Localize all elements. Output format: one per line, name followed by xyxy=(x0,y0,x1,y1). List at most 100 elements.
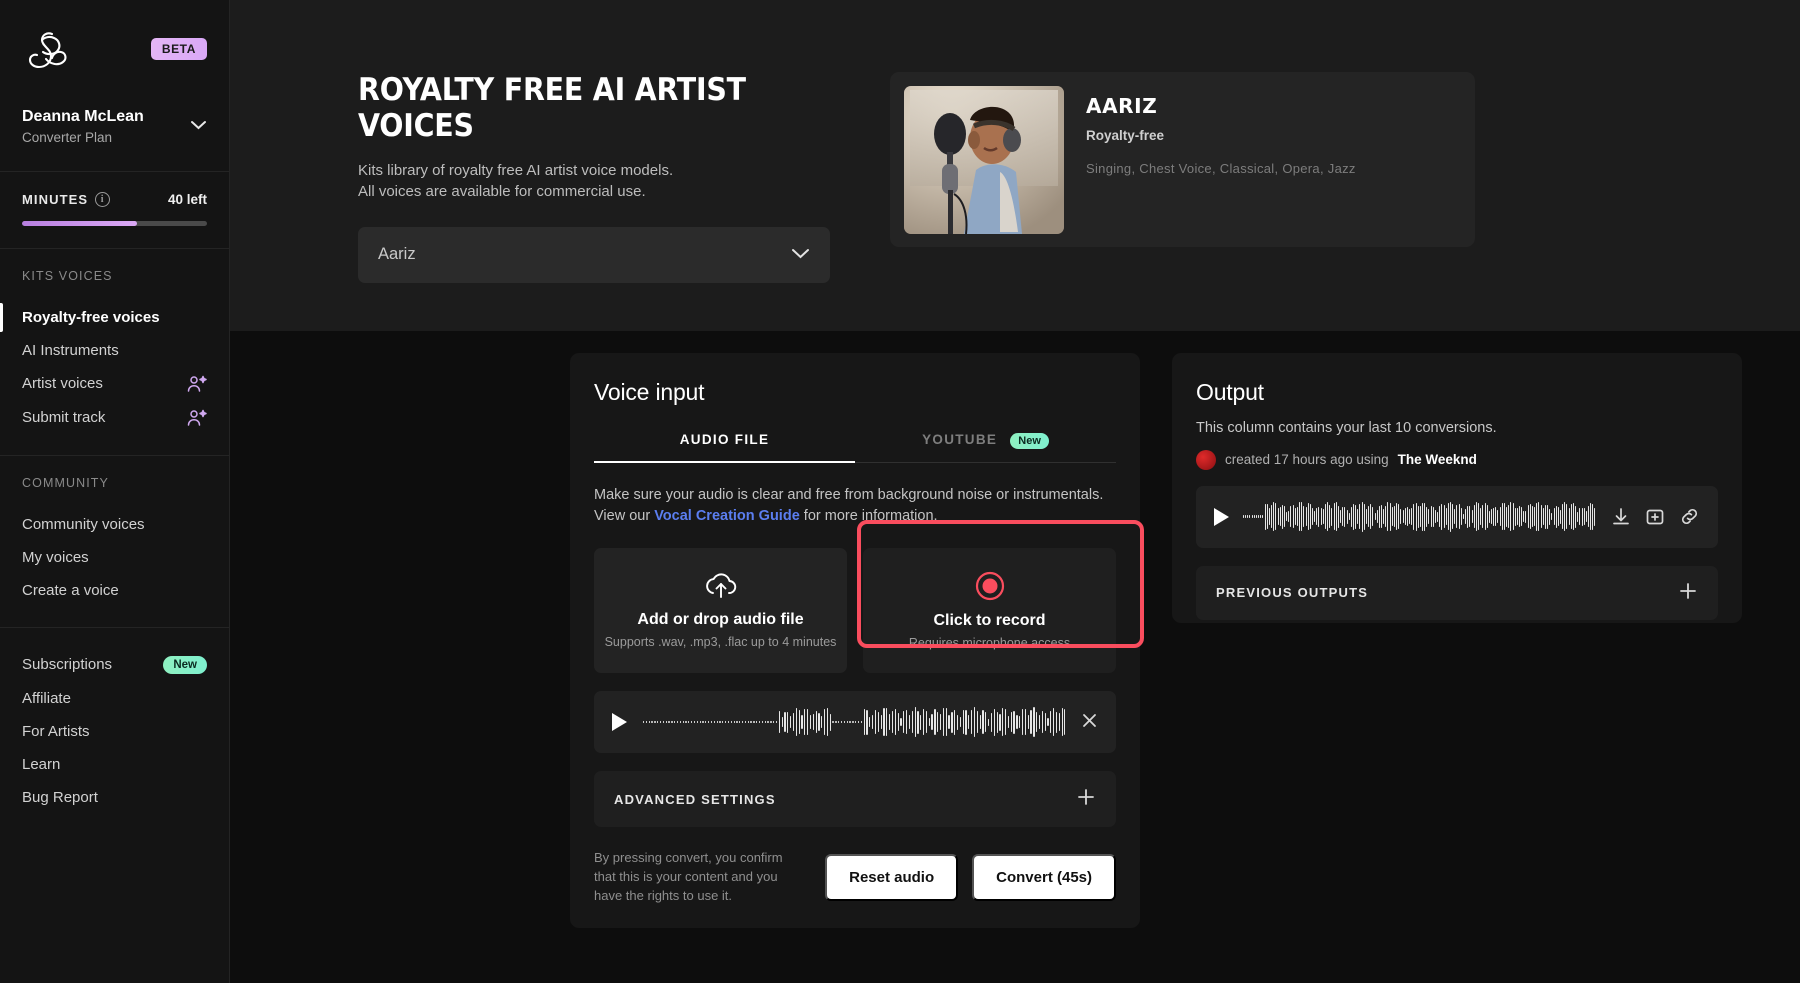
previous-outputs-label: PREVIOUS OUTPUTS xyxy=(1216,585,1369,601)
plus-icon[interactable] xyxy=(1076,787,1096,811)
sidebar-item-label: Community voices xyxy=(22,515,145,533)
reset-audio-button[interactable]: Reset audio xyxy=(825,853,959,901)
sidebar-item-create-a-voice[interactable]: Create a voice xyxy=(22,574,207,607)
kits-ampersand-logo-icon[interactable] xyxy=(22,26,74,78)
plus-icon[interactable] xyxy=(1678,581,1698,605)
sidebar-item-label: Bug Report xyxy=(22,788,98,806)
advanced-settings-toggle[interactable]: ADVANCED SETTINGS xyxy=(594,771,1116,828)
sidebar-item-subscriptions[interactable]: Subscriptions New xyxy=(22,648,207,682)
output-entry-meta: created 17 hours ago using The Weeknd xyxy=(1196,449,1718,470)
voice-input-footer: By pressing convert, you confirm that th… xyxy=(594,849,1116,928)
singer-at-microphone-photo xyxy=(904,86,1064,234)
sidebar-item-label: AI Instruments xyxy=(22,341,119,359)
output-panel: Output This column contains your last 10… xyxy=(1172,352,1742,623)
sidebar-item-bug-report[interactable]: Bug Report xyxy=(22,781,207,814)
upload-audio-card[interactable]: Add or drop audio file Supports .wav, .m… xyxy=(594,548,847,674)
sidebar-item-label: Learn xyxy=(22,755,61,773)
account-plan: Converter Plan xyxy=(22,129,113,145)
voice-select-dropdown[interactable]: Aariz xyxy=(358,226,830,283)
tab-youtube[interactable]: YOUTUBE New xyxy=(855,432,1116,463)
record-audio-title: Click to record xyxy=(933,612,1046,630)
play-icon[interactable] xyxy=(1214,507,1229,526)
voice-input-heading: Voice input xyxy=(594,378,705,405)
output-waveform[interactable] xyxy=(1243,500,1597,534)
account-info: Deanna McLean Converter Plan xyxy=(22,106,144,145)
chevron-down-icon[interactable] xyxy=(791,246,810,264)
voice-card-type: Royalty-free xyxy=(1086,128,1165,143)
minutes-progress-fill xyxy=(22,220,137,226)
voice-input-inner: Voice input AUDIO FILE YOUTUBE New Make … xyxy=(570,379,1140,928)
close-icon[interactable] xyxy=(1081,712,1098,733)
input-audio-player[interactable] xyxy=(594,691,1116,754)
vocal-creation-guide-link[interactable]: Vocal Creation Guide xyxy=(654,508,800,524)
sidebar-item-artist-voices[interactable]: Artist voices xyxy=(22,367,207,401)
sidebar-item-label: Create a voice xyxy=(22,581,119,599)
sidebar-item-royalty-free-voices[interactable]: Royalty-free voices xyxy=(0,301,207,334)
minutes-remaining: 40 left xyxy=(167,191,207,207)
upload-audio-sub: Supports .wav, .mp3, .flac up to 4 minut… xyxy=(604,635,837,650)
sidebar-item-ai-instruments[interactable]: AI Instruments xyxy=(22,334,207,367)
sidebar-item-label: My voices xyxy=(22,548,89,566)
save-to-library-icon[interactable] xyxy=(1645,507,1665,527)
artist-avatar xyxy=(1196,449,1216,470)
app-root: BETA Deanna McLean Converter Plan MINUTE… xyxy=(0,0,1800,983)
voice-select-value: Aariz xyxy=(378,245,416,264)
chevron-down-icon[interactable] xyxy=(190,118,207,133)
page-title: ROYALTY FREE AI ARTIST VOICES xyxy=(358,72,746,144)
download-icon[interactable] xyxy=(1611,507,1631,527)
output-subtitle: This column contains your last 10 conver… xyxy=(1196,419,1497,436)
record-audio-card[interactable]: Click to record Requires microphone acce… xyxy=(863,548,1116,674)
tab-youtube-label: YOUTUBE xyxy=(922,431,998,447)
hero-subtitle: Kits library of royalty free AI artist v… xyxy=(358,160,830,203)
sidebar-item-label: Affiliate xyxy=(22,689,71,707)
voice-input-helper: Make sure your audio is clear and free f… xyxy=(594,485,1116,529)
input-waveform[interactable] xyxy=(643,705,1065,739)
previous-outputs-toggle[interactable]: PREVIOUS OUTPUTS xyxy=(1196,565,1718,620)
sidebar-item-badge: New xyxy=(163,655,207,674)
voice-input-panel: Voice input AUDIO FILE YOUTUBE New Make … xyxy=(570,352,1144,928)
sidebar-item-community-voices[interactable]: Community voices xyxy=(22,508,207,541)
sidebar-nav: KITS VOICES Royalty-free voices AI Instrum… xyxy=(0,249,229,834)
sidebar: BETA Deanna McLean Converter Plan MINUTE… xyxy=(0,0,230,983)
play-icon[interactable] xyxy=(612,713,627,732)
sidebar-item-submit-track[interactable]: Submit track xyxy=(22,401,207,435)
hero-subtitle-line1: Kits library of royalty free AI artist v… xyxy=(358,162,674,179)
sidebar-item-for-artists[interactable]: For Artists xyxy=(22,715,207,748)
record-circle-icon xyxy=(975,571,1005,606)
sidebar-item-label: For Artists xyxy=(22,722,90,740)
output-entry-text: created 17 hours ago using xyxy=(1225,452,1389,468)
tab-audio-file[interactable]: AUDIO FILE xyxy=(594,432,855,463)
selected-voice-card[interactable]: AARIZ Royalty-free Singing, Chest Voice,… xyxy=(890,72,1475,247)
action-buttons: Reset audio Convert (45s) xyxy=(825,853,1116,901)
minutes-label: MINUTES i xyxy=(22,191,111,207)
voice-card-name: AARIZ xyxy=(1086,94,1158,118)
sidebar-item-label: Royalty-free voices xyxy=(22,308,160,326)
voice-card-tags: Singing, Chest Voice, Classical, Opera, … xyxy=(1086,161,1356,176)
helper-post: for more information. xyxy=(799,508,938,525)
sidebar-item-my-voices[interactable]: My voices xyxy=(22,541,207,574)
sidebar-item-affiliate[interactable]: Affiliate xyxy=(22,682,207,715)
sidebar-item-label: Subscriptions xyxy=(22,656,113,674)
sidebar-group-heading: COMMUNITY xyxy=(22,475,109,490)
copy-link-icon[interactable] xyxy=(1679,506,1700,527)
voice-card-meta: AARIZ Royalty-free Singing, Chest Voice,… xyxy=(1086,86,1356,176)
sidebar-group-1: COMMUNITY Community voices My voices Create… xyxy=(0,456,229,627)
sidebar-group-2: Subscriptions New Affiliate For Artists Lear… xyxy=(0,628,229,834)
user-sparkle-icon xyxy=(187,375,207,393)
minutes-progress-track xyxy=(22,220,207,226)
output-heading: Output xyxy=(1196,378,1264,405)
lower-columns: Voice input AUDIO FILE YOUTUBE New Make … xyxy=(230,331,1800,928)
info-icon[interactable]: i xyxy=(95,191,111,207)
cloud-upload-icon xyxy=(704,572,738,605)
logo-row: BETA xyxy=(22,26,207,78)
sidebar-item-label: Artist voices xyxy=(22,375,103,393)
beta-badge: BETA xyxy=(150,38,207,60)
output-audio-player[interactable] xyxy=(1196,485,1718,548)
account-name: Deanna McLean xyxy=(22,108,144,125)
user-sparkle-icon xyxy=(187,409,207,427)
voice-thumbnail xyxy=(904,86,1064,234)
sidebar-item-learn[interactable]: Learn xyxy=(22,748,207,781)
sidebar-item-label: Submit track xyxy=(22,409,106,427)
convert-button[interactable]: Convert (45s) xyxy=(972,853,1116,901)
account-switcher[interactable]: Deanna McLean Converter Plan xyxy=(22,106,207,171)
